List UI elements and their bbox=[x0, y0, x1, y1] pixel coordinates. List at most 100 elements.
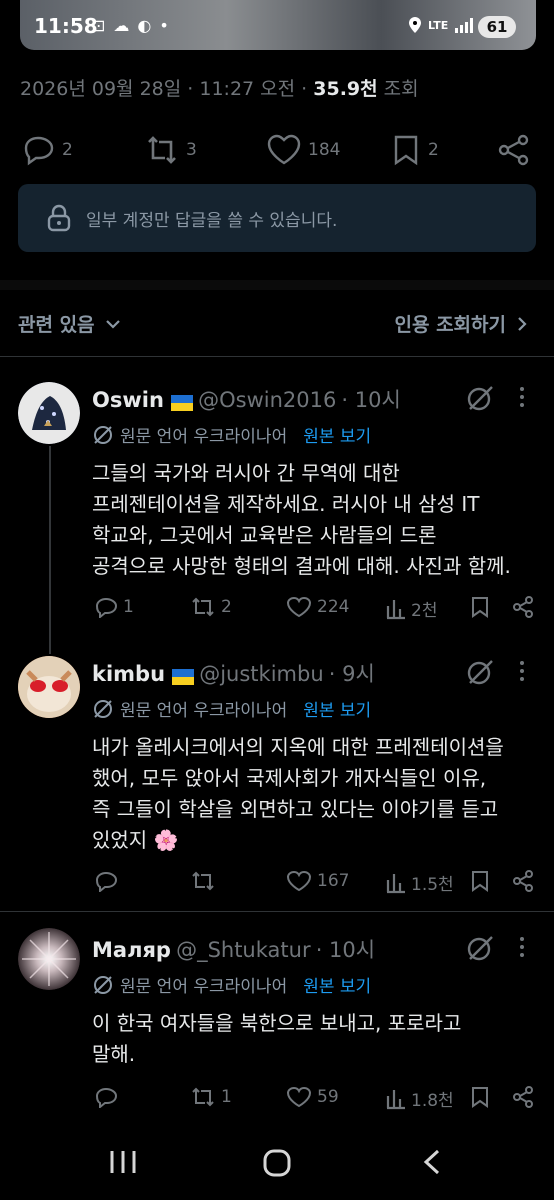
repost-count: 1 bbox=[221, 1087, 232, 1107]
share-button[interactable] bbox=[512, 870, 534, 892]
related-sort-dropdown[interactable]: 관련 있음 bbox=[18, 310, 121, 337]
show-original-link[interactable]: 원본 보기 bbox=[303, 972, 371, 997]
like-button[interactable]: 224 bbox=[286, 596, 349, 618]
share-button[interactable] bbox=[496, 134, 532, 166]
ukraine-flag-icon bbox=[171, 394, 193, 411]
divider bbox=[0, 911, 554, 912]
lock-icon bbox=[47, 204, 71, 232]
tweet-text-line: 이 한국 여자들을 북한으로 보내고, 포로라고 bbox=[92, 1011, 462, 1035]
views-button[interactable]: 1.8천 bbox=[386, 1086, 454, 1111]
home-button[interactable] bbox=[262, 1148, 292, 1178]
avatar[interactable] bbox=[18, 656, 80, 718]
translate-icon bbox=[94, 975, 112, 994]
grok-button[interactable] bbox=[466, 384, 494, 412]
back-icon bbox=[423, 1149, 440, 1175]
reply-tweet[interactable]: Маляр @_Shtukatur · 10시 원문 언어 우크라이나어 원본 … bbox=[0, 922, 554, 1122]
share-button[interactable] bbox=[512, 1086, 534, 1108]
view-count: 1.8천 bbox=[411, 1091, 454, 1111]
battery-indicator: 61 bbox=[478, 16, 516, 38]
display-name[interactable]: Маляр bbox=[92, 938, 171, 962]
view-quotes-link[interactable]: 인용 조회하기 bbox=[395, 310, 529, 337]
display-name[interactable]: Oswin bbox=[92, 388, 164, 412]
bookmark-icon bbox=[394, 135, 418, 166]
like-count: 224 bbox=[317, 597, 350, 617]
bookmark-button[interactable]: 2 bbox=[390, 134, 439, 166]
repost-button[interactable]: 2 bbox=[190, 596, 232, 618]
views-button[interactable]: 1.5천 bbox=[386, 870, 454, 895]
heart-icon bbox=[267, 134, 301, 165]
bookmark-icon bbox=[472, 871, 488, 892]
repost-button[interactable]: 1 bbox=[190, 1086, 232, 1108]
avatar[interactable] bbox=[18, 928, 80, 990]
bookmark-icon bbox=[472, 597, 488, 618]
tweet-time: · 9시 bbox=[328, 662, 375, 686]
reply-restriction-text: 일부 계정만 답글을 쓸 수 있습니다. bbox=[86, 210, 338, 231]
back-button[interactable] bbox=[420, 1148, 444, 1176]
repost-button[interactable] bbox=[190, 870, 221, 892]
views-suffix: 조회 bbox=[383, 78, 419, 100]
reply-icon bbox=[95, 597, 118, 618]
share-icon bbox=[513, 596, 533, 618]
recent-apps-button[interactable] bbox=[108, 1148, 138, 1176]
share-icon bbox=[498, 134, 529, 166]
more-options-button[interactable] bbox=[518, 660, 526, 682]
tweet-header: kimbu @justkimbu · 9시 bbox=[92, 658, 375, 688]
username[interactable]: @_Shtukatur bbox=[176, 938, 311, 962]
bookmark-count: 2 bbox=[428, 140, 439, 160]
grok-button[interactable] bbox=[466, 934, 494, 962]
reply-button[interactable] bbox=[94, 870, 123, 892]
username[interactable]: @justkimbu bbox=[199, 662, 323, 686]
reply-tweet[interactable]: kimbu @justkimbu · 9시 원문 언어 우크라이나어 원본 보기… bbox=[0, 646, 554, 906]
avatar[interactable] bbox=[18, 382, 80, 444]
reply-button[interactable] bbox=[94, 1086, 123, 1108]
signal-icon bbox=[455, 18, 474, 33]
more-options-button[interactable] bbox=[518, 936, 526, 958]
tweet-header: Oswin @Oswin2016 · 10시 bbox=[92, 384, 401, 414]
section-divider bbox=[0, 280, 554, 290]
tweet-text-line: 프레젠테이션을 제작하세요. 러시아 내 삼성 IT bbox=[92, 492, 480, 516]
like-button[interactable]: 59 bbox=[286, 1086, 339, 1108]
show-original-link[interactable]: 원본 보기 bbox=[303, 422, 371, 447]
like-button[interactable]: 184 bbox=[266, 134, 340, 166]
share-icon bbox=[513, 1086, 533, 1108]
post-date: 2026년 09월 28일 bbox=[20, 78, 182, 100]
reply-count: 1 bbox=[123, 597, 134, 617]
tweet-text-line: 했어, 모두 앉아서 국제사회가 개자식들인 이유, bbox=[92, 766, 487, 790]
heart-icon bbox=[286, 870, 312, 892]
reply-button[interactable]: 2 bbox=[22, 134, 73, 166]
reply-icon bbox=[95, 871, 118, 892]
reply-icon bbox=[24, 136, 54, 166]
like-button[interactable]: 167 bbox=[286, 870, 349, 892]
more-options-button[interactable] bbox=[518, 386, 526, 408]
grok-button[interactable] bbox=[466, 658, 494, 686]
tweet-time: · 10시 bbox=[315, 938, 376, 962]
tweet-time: · 10시 bbox=[341, 388, 401, 412]
display-name[interactable]: kimbu bbox=[92, 662, 165, 686]
view-count: 1.5천 bbox=[411, 875, 454, 895]
post-action-bar: 2 3 184 2 bbox=[0, 130, 554, 170]
tweet-text-line: 있었지 🌸 bbox=[92, 828, 179, 852]
translation-label: 원문 언어 우크라이나어 bbox=[120, 701, 288, 721]
tweet-text-line: 즉 그들이 학살을 외면하고 있다는 이야기를 듣고 bbox=[92, 797, 499, 821]
show-original-link[interactable]: 원본 보기 bbox=[303, 696, 371, 721]
bookmark-button[interactable] bbox=[470, 1086, 490, 1108]
tweet-text-line: 그들의 국가와 러시아 간 무역에 대한 bbox=[92, 461, 400, 485]
screenshot-icon: ⊡ bbox=[92, 16, 106, 35]
more-vertical-icon bbox=[520, 661, 524, 681]
views-button[interactable]: 2천 bbox=[386, 596, 437, 621]
reply-tweet[interactable]: Oswin @Oswin2016 · 10시 원문 언어 우크라이나어 원본 보… bbox=[0, 370, 554, 630]
divider bbox=[0, 356, 554, 357]
translation-label: 원문 언어 우크라이나어 bbox=[120, 427, 288, 447]
translation-notice: 원문 언어 우크라이나어 원본 보기 bbox=[92, 696, 371, 721]
reply-icon bbox=[95, 1087, 118, 1108]
reply-button[interactable]: 1 bbox=[94, 596, 134, 618]
share-button[interactable] bbox=[512, 596, 534, 618]
translation-notice: 원문 언어 우크라이나어 원본 보기 bbox=[92, 422, 371, 447]
bookmark-button[interactable] bbox=[470, 596, 490, 618]
home-icon bbox=[263, 1149, 291, 1177]
tweet-text-line: 공격으로 사망한 형태의 결과에 대해. 사진과 함께. bbox=[92, 554, 511, 578]
username[interactable]: @Oswin2016 bbox=[198, 388, 336, 412]
bookmark-button[interactable] bbox=[470, 870, 490, 892]
repost-count: 2 bbox=[221, 597, 232, 617]
repost-button[interactable]: 3 bbox=[144, 134, 197, 166]
